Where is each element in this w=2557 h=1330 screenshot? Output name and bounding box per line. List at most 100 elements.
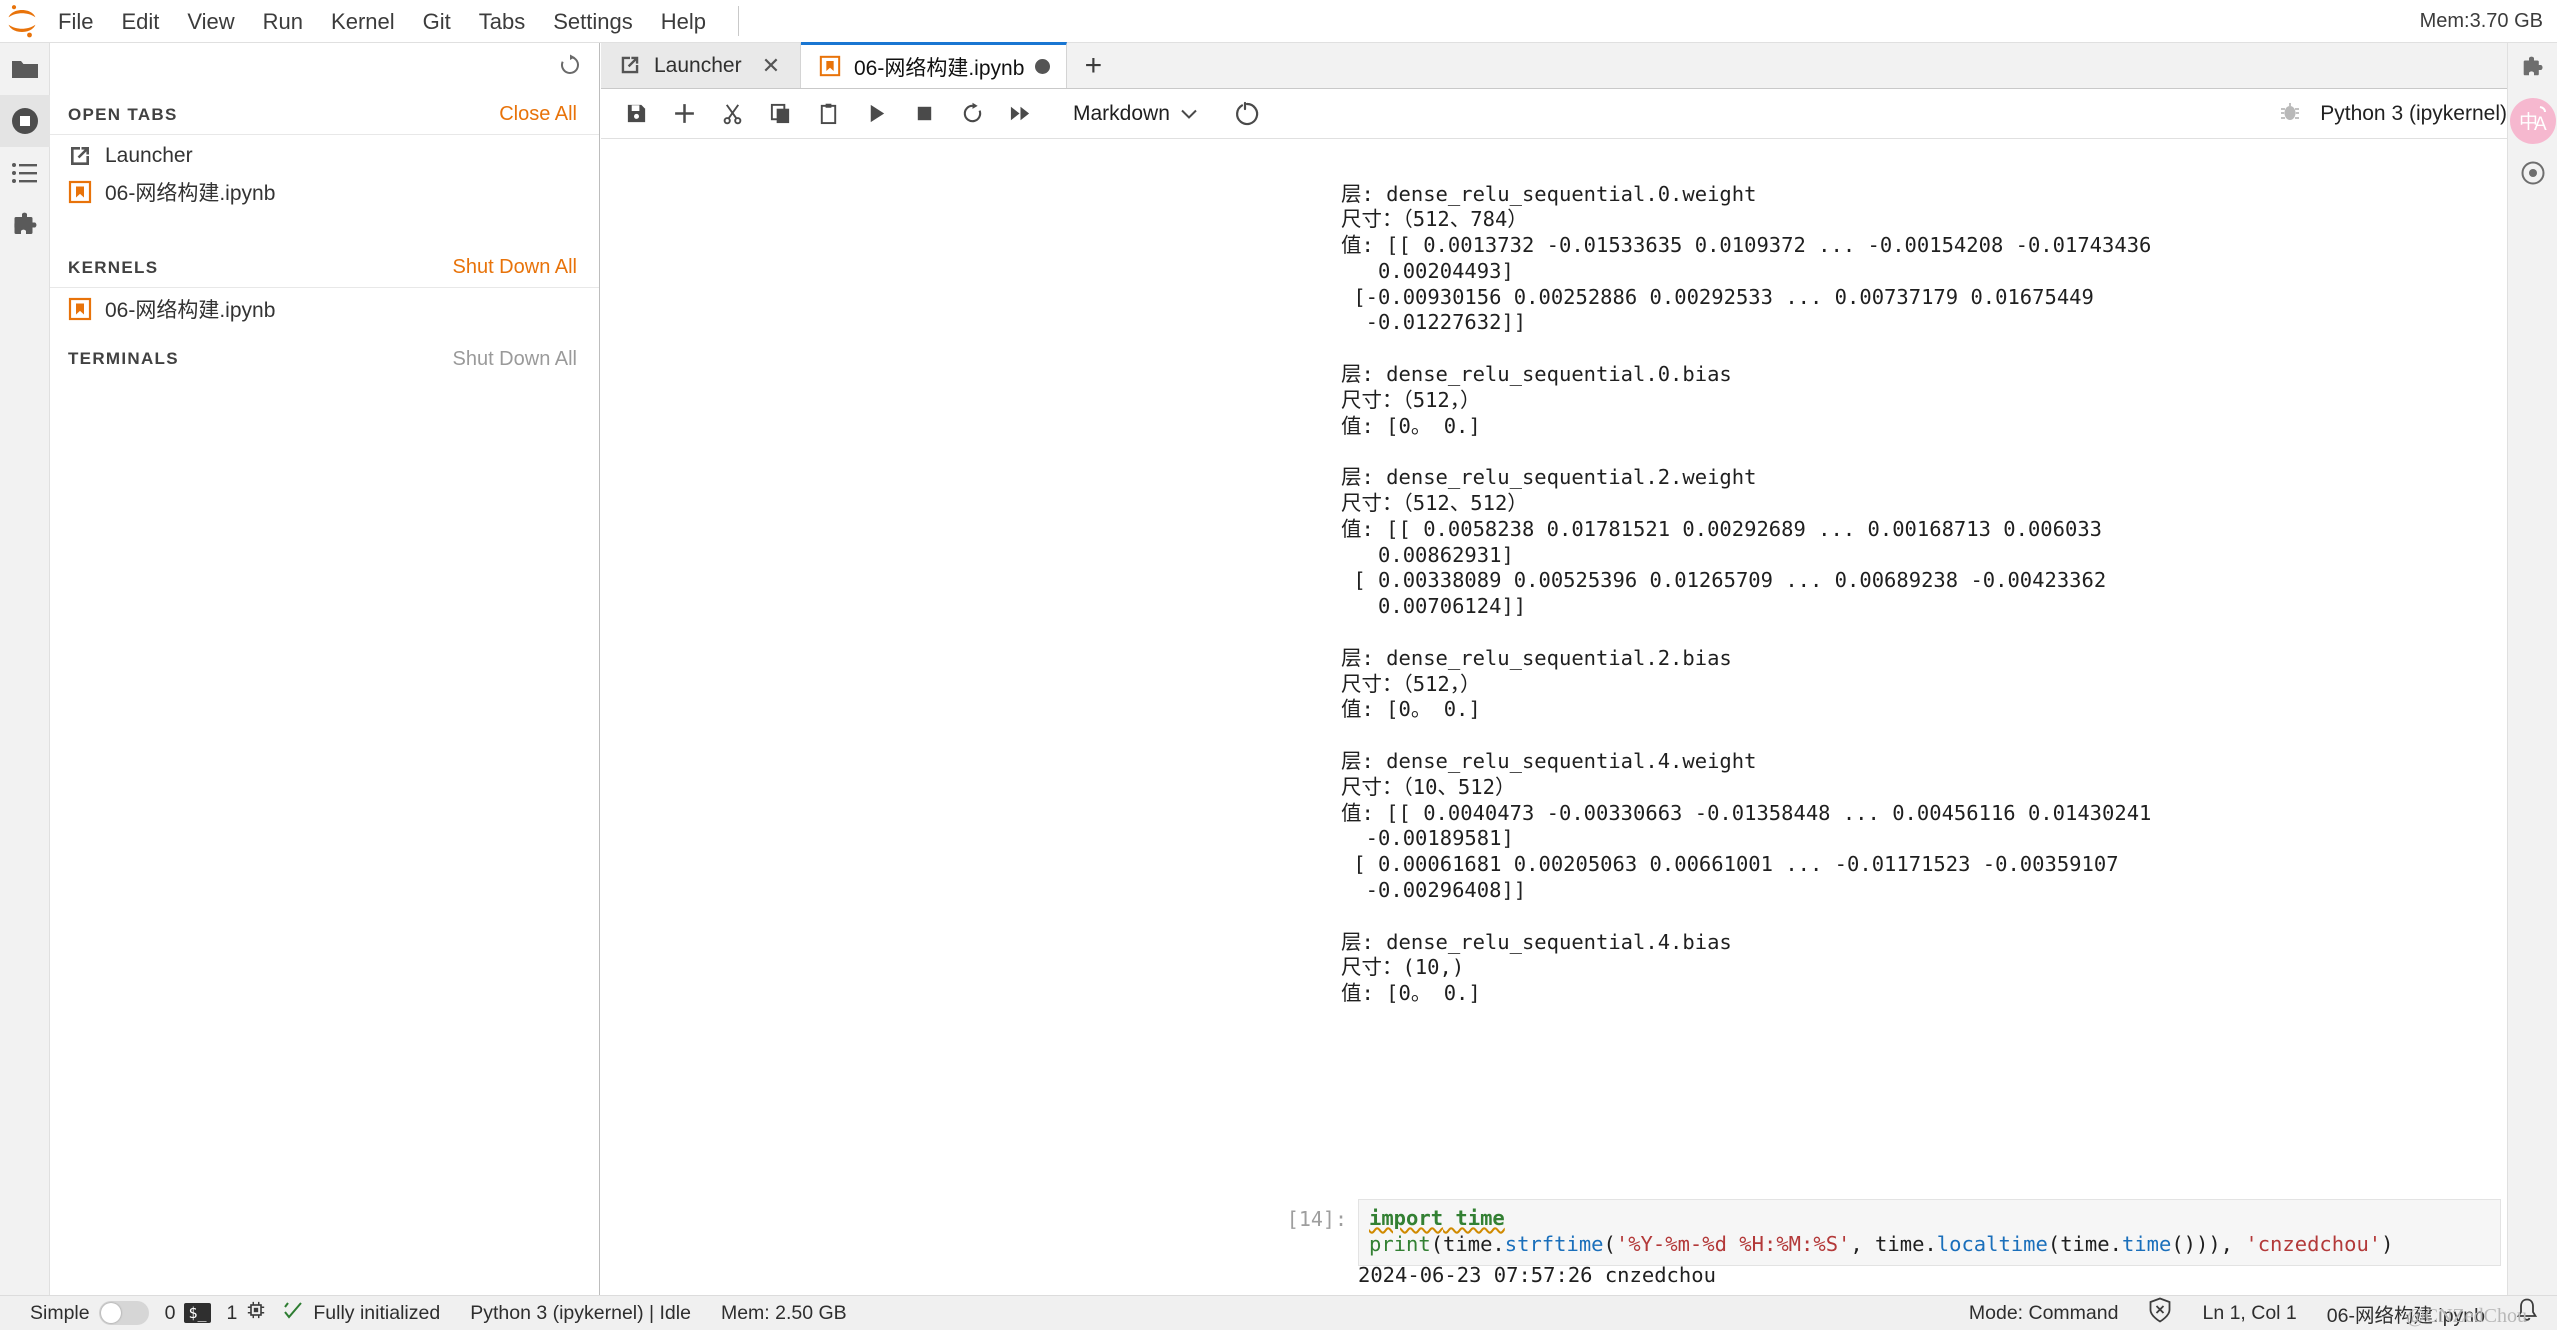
notebook-icon xyxy=(68,297,92,321)
insert-cell-below-icon[interactable] xyxy=(661,92,707,136)
cell-execution-count: [14]: xyxy=(1286,1207,1347,1231)
list-item-launcher[interactable]: Launcher xyxy=(50,138,599,174)
menu-item-view[interactable]: View xyxy=(173,0,248,43)
tab-label: 06-网络构建.ipynb xyxy=(854,56,1025,80)
list-item-kernel[interactable]: 06-网络构建.ipynb xyxy=(50,291,599,327)
list-item-label: Launcher xyxy=(105,144,193,167)
code-plain-2: ( xyxy=(1603,1231,1616,1256)
tab-launcher[interactable]: Launcher ✕ xyxy=(601,43,801,88)
menu-item-kernel[interactable]: Kernel xyxy=(317,0,409,43)
status-bar-right: Mode: Command Ln 1, Col 1 06-网络构建.ipynb xyxy=(1969,1297,2557,1329)
shield-x-icon[interactable] xyxy=(2148,1297,2172,1329)
running-terminals-kernels-icon[interactable] xyxy=(0,95,50,147)
menu-item-help[interactable]: Help xyxy=(647,0,720,43)
launcher-icon xyxy=(68,144,92,168)
terminal-count: 0 xyxy=(164,1301,176,1324)
terminal-count-item[interactable]: 0 $_ xyxy=(165,1302,211,1325)
git-status-item[interactable]: Fully initialized xyxy=(282,1300,440,1326)
save-icon[interactable] xyxy=(613,92,659,136)
cell-type-value: Markdown xyxy=(1073,101,1170,125)
status-bar-left: Simple 0 $_ 1 Fully initialized Python 3… xyxy=(0,1300,847,1326)
code-fn-localtime: localtime xyxy=(1936,1231,2048,1256)
close-icon[interactable]: ✕ xyxy=(758,53,784,79)
restart-run-all-icon[interactable] xyxy=(997,92,1043,136)
cell-type-dropdown[interactable]: Markdown xyxy=(1063,94,1208,134)
stop-icon[interactable] xyxy=(901,92,947,136)
menu-item-git[interactable]: Git xyxy=(409,0,465,43)
run-icon[interactable] xyxy=(853,92,899,136)
property-inspector-icon[interactable] xyxy=(2508,43,2557,95)
editor-mode-label[interactable]: Mode: Command xyxy=(1969,1302,2119,1325)
code-string-author: 'cnzedchou' xyxy=(2245,1231,2382,1256)
bug-icon[interactable] xyxy=(2278,100,2302,129)
kernel-chip-icon xyxy=(246,1300,266,1326)
unsaved-changes-icon[interactable] xyxy=(1035,59,1051,74)
bell-icon[interactable] xyxy=(2515,1297,2539,1329)
kernel-status-label: Python 3 (ipykernel) | Idle xyxy=(470,1301,691,1324)
code-cell-output: 2024-06-23 07:57:26 cnzedchou xyxy=(1358,1263,1716,1287)
translate-icon[interactable]: 中 A xyxy=(2508,95,2557,147)
section-header-terminals: TERMINALS Shut Down All xyxy=(50,339,599,379)
code-editor[interactable]: import time print(time.strftime('%Y-%m-%… xyxy=(1358,1199,2501,1266)
restart-icon[interactable] xyxy=(949,92,995,136)
memory-usage-item: Mem: 2.50 GB xyxy=(721,1302,847,1325)
simple-interface-toggle[interactable]: Simple xyxy=(30,1301,149,1325)
toggle-switch[interactable] xyxy=(98,1301,149,1325)
tab-notebook[interactable]: 06-网络构建.ipynb xyxy=(801,42,1068,88)
jupyter-logo-icon xyxy=(0,0,44,43)
loading-spinner-icon[interactable] xyxy=(1224,92,1270,136)
code-plain-6: ) xyxy=(2381,1231,2394,1256)
chevron-down-icon xyxy=(1180,102,1198,126)
section-title-kernels: KERNELS xyxy=(68,257,159,277)
code-keyword-import: import xyxy=(1369,1206,1444,1230)
refresh-icon[interactable] xyxy=(555,50,585,80)
kernel-count-item[interactable]: 1 xyxy=(227,1300,267,1326)
notebook-icon xyxy=(68,180,92,204)
copy-icon[interactable] xyxy=(757,92,803,136)
debugger-panel-icon[interactable] xyxy=(2508,147,2557,199)
shut-down-all-terminals-button[interactable]: Shut Down All xyxy=(452,348,577,371)
menu-item-file[interactable]: File xyxy=(44,0,107,43)
code-module-time: time xyxy=(1443,1206,1505,1230)
close-all-tabs-button[interactable]: Close All xyxy=(499,103,577,126)
cut-icon[interactable] xyxy=(709,92,755,136)
kernel-status-item[interactable]: Python 3 (ipykernel) | Idle xyxy=(470,1302,691,1325)
menu-items: File Edit View Run Kernel Git Tabs Setti… xyxy=(44,0,720,42)
kernel-name-label[interactable]: Python 3 (ipykernel) xyxy=(2320,102,2507,126)
list-item-label: 06-网络构建.ipynb xyxy=(105,182,276,205)
status-bar: Simple 0 $_ 1 Fully initialized Python 3… xyxy=(0,1295,2557,1330)
code-fn-print: print xyxy=(1369,1231,1431,1256)
memory-usage-label: Mem: 2.50 GB xyxy=(720,1301,847,1324)
code-fn-time: time xyxy=(2121,1231,2172,1256)
paste-icon[interactable] xyxy=(805,92,851,136)
main-dock-area: Launcher ✕ 06-网络构建.ipynb + Markdown Pyth… xyxy=(601,42,2557,1295)
launcher-icon xyxy=(619,54,643,78)
document-tab-bar: Launcher ✕ 06-网络构建.ipynb + xyxy=(601,42,2557,89)
code-fn-strftime: strftime xyxy=(1504,1231,1604,1256)
memory-indicator: Mem:3.70 GB xyxy=(2419,10,2543,32)
code-string-format: '%Y-%m-%d %H:%M:%S' xyxy=(1615,1231,1851,1256)
git-status-label: Fully initialized xyxy=(313,1301,441,1324)
section-title-terminals: TERMINALS xyxy=(68,349,179,368)
new-launcher-button[interactable]: + xyxy=(1067,43,1120,88)
list-item-notebook[interactable]: 06-网络构建.ipynb xyxy=(50,174,599,210)
tab-label: Launcher xyxy=(654,53,742,77)
menu-item-tabs[interactable]: Tabs xyxy=(465,0,539,43)
notebook-scroll-area: 层: dense_relu_sequential.0.weight 尺寸：（51… xyxy=(601,139,2557,1295)
running-sessions-panel: OPEN TABS Close All Launcher 06-网络构建.ipy… xyxy=(50,43,600,1295)
svg-text:A: A xyxy=(2534,114,2547,135)
menu-item-run[interactable]: Run xyxy=(249,0,317,43)
cursor-position-label[interactable]: Ln 1, Col 1 xyxy=(2202,1302,2296,1325)
section-title-open-tabs: OPEN TABS xyxy=(68,104,178,124)
file-browser-icon[interactable] xyxy=(0,43,50,95)
menu-divider xyxy=(737,6,739,36)
shut-down-all-kernels-button[interactable]: Shut Down All xyxy=(452,256,577,279)
menu-item-settings[interactable]: Settings xyxy=(539,0,647,43)
current-filename-label: 06-网络构建.ipynb xyxy=(2326,1304,2485,1327)
menu-bar: File Edit View Run Kernel Git Tabs Setti… xyxy=(0,0,2557,43)
code-plain-5: ())), xyxy=(2171,1231,2246,1256)
table-of-contents-icon[interactable] xyxy=(0,147,50,199)
extension-manager-icon[interactable] xyxy=(0,199,50,251)
menu-item-edit[interactable]: Edit xyxy=(107,0,173,43)
git-check-icon xyxy=(282,1300,304,1326)
